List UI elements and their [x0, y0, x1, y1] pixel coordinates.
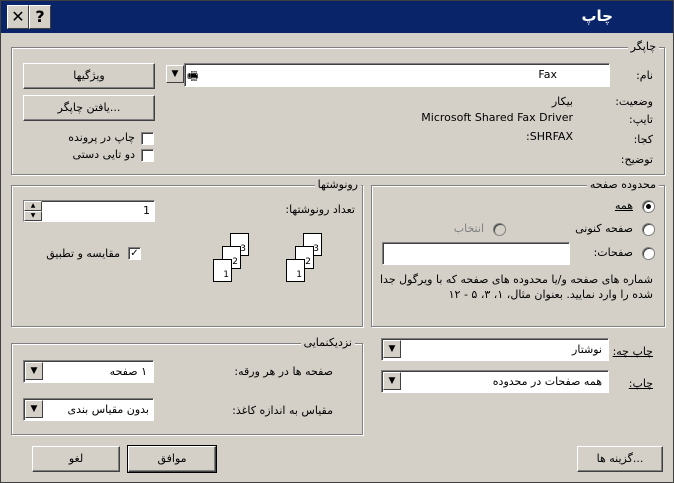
all-pages-label: همه	[614, 199, 633, 212]
manual-duplex-checkbox[interactable]	[141, 149, 154, 162]
pages-input[interactable]	[382, 242, 570, 265]
properties-button[interactable]: ویژگیها	[23, 63, 155, 89]
title-bar: ✕ ? چاپ	[1, 1, 673, 33]
pages-label: صفحات:	[593, 246, 633, 259]
selection-label: انتخاب	[453, 222, 484, 235]
print-to-file-checkbox[interactable]	[141, 132, 154, 145]
pages-per-sheet-dropdown-icon[interactable]: ▼	[25, 362, 43, 380]
copies-spinner[interactable]: ▲ ▼	[24, 201, 42, 221]
help-icon[interactable]: ?	[29, 5, 51, 29]
type-label: تایپ:	[629, 113, 653, 126]
spinner-down-icon[interactable]: ▼	[24, 211, 42, 221]
print-select[interactable]: همه صفحات در محدوده	[381, 370, 609, 393]
printer-group-label: چاپگر	[627, 40, 659, 53]
print-dropdown-icon[interactable]: ▼	[383, 372, 401, 390]
current-page-label: صفحه کنونی	[575, 222, 633, 235]
fax-icon: 🖷	[187, 69, 199, 83]
print-what-dropdown-icon[interactable]: ▼	[383, 340, 401, 358]
printer-name-label: نام:	[636, 69, 653, 82]
print-what-label: چاپ چه:	[612, 345, 653, 358]
status-label: وضعیت:	[615, 95, 653, 108]
scale-label: مقیاس به اندازه کاغذ:	[232, 404, 333, 417]
copies-count-value: 1	[143, 204, 150, 217]
where-label: کجا:	[633, 133, 653, 146]
type-value: Microsoft Shared Fax Driver	[421, 111, 573, 124]
page-range-hint: شماره های صفحه و/یا محدوده های صفحه که ب…	[379, 273, 653, 301]
collate-page: 1	[213, 259, 232, 282]
selection-radio[interactable]	[493, 223, 506, 236]
pages-radio[interactable]	[642, 247, 655, 260]
find-printer-button[interactable]: یافتن چاپگر...	[23, 95, 155, 121]
close-icon[interactable]: ✕	[7, 5, 29, 29]
print-what-value: نوشتار	[572, 343, 602, 356]
printer-name-value: Fax	[538, 68, 557, 81]
status-value: بیکار	[551, 95, 573, 108]
all-pages-radio[interactable]	[642, 200, 655, 213]
print-dialog: ✕ ? چاپ چاپگر نام: Fax 🖷 ▼ وضعیت: بیکار …	[0, 0, 674, 483]
print-value: همه صفحات در محدوده	[492, 375, 602, 388]
scale-value: بدون مقیاس بندی	[67, 403, 149, 416]
print-to-file-label: چاپ در پرونده	[68, 131, 135, 144]
spinner-up-icon[interactable]: ▲	[24, 201, 42, 211]
where-value: SHRFAX:	[526, 130, 573, 143]
dialog-title: چاپ	[581, 7, 613, 25]
scale-dropdown-icon[interactable]: ▼	[25, 400, 43, 418]
copies-label: رونوشتها	[314, 178, 361, 191]
print-what-select[interactable]: نوشتار	[381, 338, 609, 361]
copies-count-label: تعداد رونوشتها:	[285, 203, 355, 216]
printer-dropdown-button[interactable]: ▼	[166, 65, 184, 83]
zoom-group	[11, 343, 363, 435]
current-page-radio[interactable]	[642, 223, 655, 236]
printer-name-select[interactable]: Fax	[184, 63, 610, 87]
comment-label: توضیح:	[620, 153, 653, 166]
ok-button[interactable]: موافق	[127, 445, 217, 473]
copies-count-input[interactable]: 1	[23, 200, 155, 222]
collate-label: مقایسه و تطبیق	[46, 247, 120, 260]
collate-page: 1	[286, 259, 305, 282]
pages-per-sheet-label: صفحه ها در هر ورقه:	[234, 365, 333, 378]
page-range-label: محدوده صفحه	[586, 178, 659, 191]
collate-checkbox[interactable]: ✓	[128, 247, 141, 260]
options-button[interactable]: گزینه ها...	[577, 446, 663, 472]
cancel-button[interactable]: لغو	[32, 446, 120, 472]
zoom-label: نزدیکنمایی	[300, 336, 355, 349]
manual-duplex-label: دو تایی دستی	[72, 148, 135, 161]
print-label: چاپ:	[628, 377, 653, 390]
pages-per-sheet-value: ۱ صفحه	[109, 365, 147, 378]
